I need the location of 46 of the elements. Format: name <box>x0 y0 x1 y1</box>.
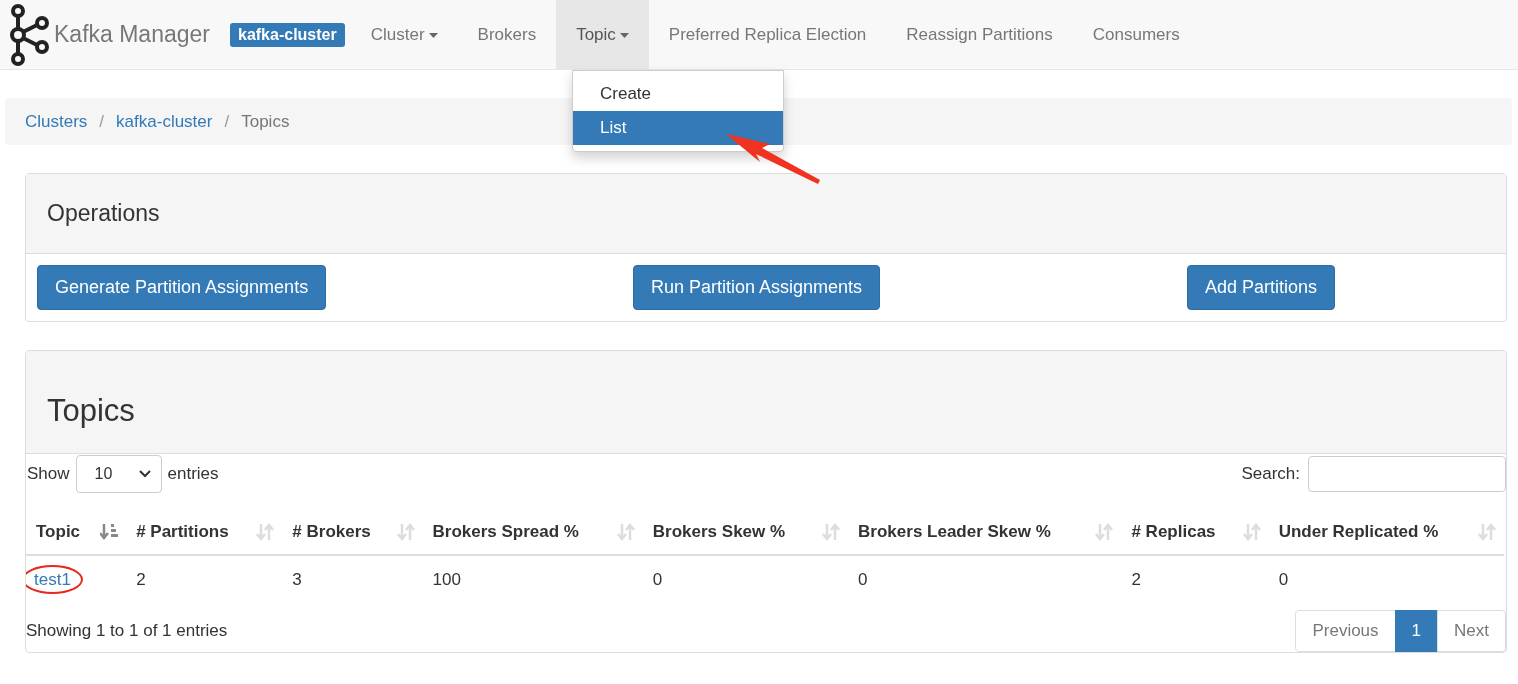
nav-item[interactable]: Topic <box>556 0 649 69</box>
search-field[interactable] <box>1308 456 1506 492</box>
brand-link[interactable]: Kafka Manager <box>54 21 210 48</box>
column-header[interactable]: Brokers Spread % <box>422 508 643 555</box>
topic-link[interactable]: test1 <box>26 565 83 594</box>
caret-icon <box>619 33 629 38</box>
table-cell: 2 <box>1131 570 1141 589</box>
table-cell: 0 <box>1278 570 1289 589</box>
nav-item[interactable]: Cluster <box>350 0 458 69</box>
entries-label: entries <box>167 464 219 484</box>
panel-title: Topics <box>47 393 135 429</box>
table-info: Showing 1 to 1 of 1 entries <box>26 621 228 641</box>
table-cell: 0 <box>858 570 868 589</box>
column-header[interactable]: # Partitions <box>126 508 283 555</box>
table-cell: 3 <box>292 570 302 589</box>
breadcrumb-separator: / <box>223 111 231 132</box>
breadcrumb-current: Topics <box>241 111 290 132</box>
column-header[interactable]: Brokers Leader Skew % <box>848 508 1122 555</box>
column-header[interactable]: Under Replicated % <box>1268 508 1504 555</box>
action-button[interactable]: Run Partition Assignments <box>633 265 881 310</box>
table-cell: 100 <box>432 570 461 589</box>
table-cell: 2 <box>136 570 146 589</box>
column-header[interactable]: Topic <box>26 508 127 555</box>
breadcrumb-link[interactable]: kafka-cluster <box>116 111 213 132</box>
nav-item[interactable]: Preferred Replica Election <box>648 0 887 69</box>
menu-item[interactable]: List <box>573 111 783 145</box>
panel-title: Operations <box>47 200 160 227</box>
action-button[interactable]: Add Partitions <box>1186 265 1335 310</box>
nav-item[interactable]: Brokers <box>457 0 557 69</box>
column-header[interactable]: Brokers Skew % <box>642 508 849 555</box>
show-label: Show <box>27 464 70 484</box>
nav-item[interactable]: Consumers <box>1072 0 1200 69</box>
column-header[interactable]: # Brokers <box>282 508 423 555</box>
column-header[interactable]: # Replicas <box>1121 508 1269 555</box>
chevron-icon <box>138 470 151 478</box>
search-label: Search: <box>1241 464 1300 484</box>
caret-icon <box>428 33 438 38</box>
table-cell: 0 <box>652 570 663 589</box>
menu-item[interactable]: Create <box>573 77 783 111</box>
page-length-select[interactable]: 10 <box>75 455 162 493</box>
breadcrumb-separator: / <box>98 111 106 132</box>
pagination-button[interactable]: 1 <box>1394 610 1439 652</box>
cluster-badge: kafka-cluster <box>230 22 345 47</box>
breadcrumb-link[interactable]: Clusters <box>25 111 88 132</box>
action-button[interactable]: Generate Partition Assignments <box>37 265 327 310</box>
nav-item[interactable]: Reassign Partitions <box>886 0 1073 69</box>
